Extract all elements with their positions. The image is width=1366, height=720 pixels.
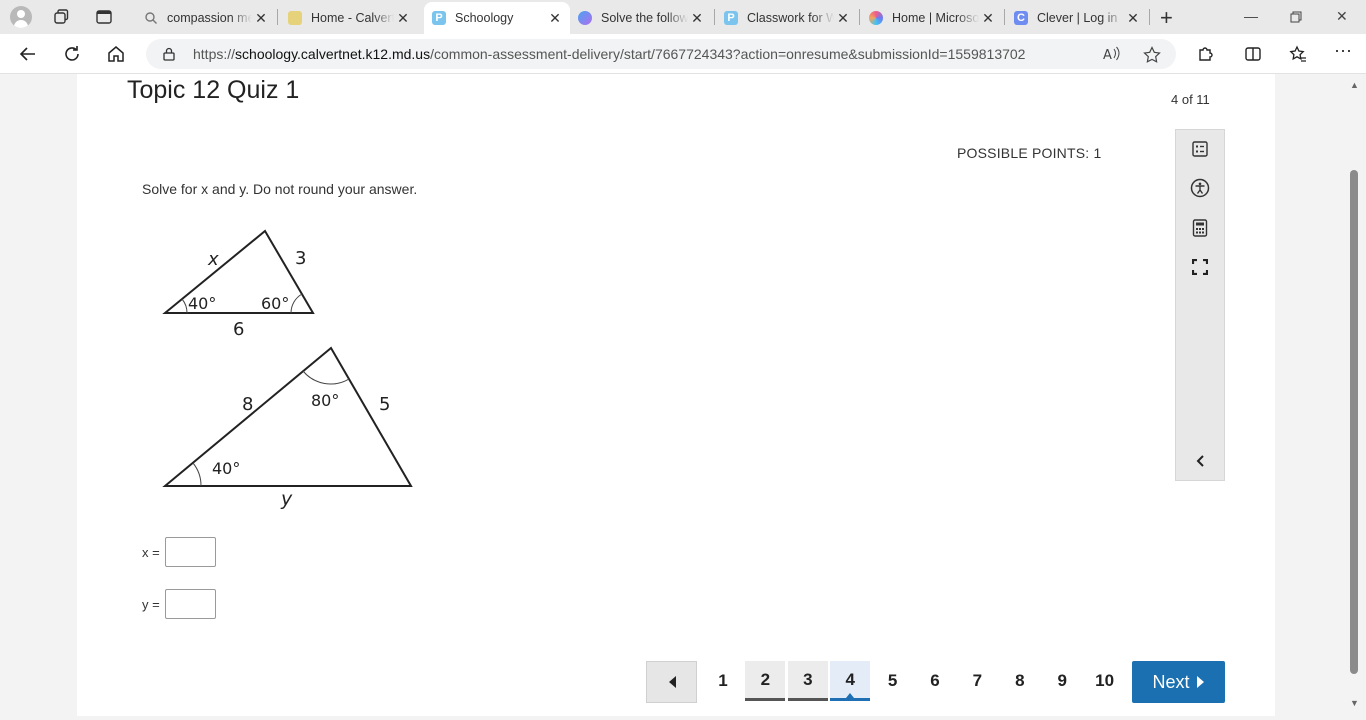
refresh-icon[interactable] bbox=[62, 44, 82, 64]
y-answer-label: y = bbox=[142, 597, 160, 612]
tab-title: Home - Calvert County bbox=[311, 11, 394, 25]
fullscreen-icon[interactable] bbox=[1188, 255, 1212, 279]
page-number-6[interactable]: 6 bbox=[915, 661, 955, 701]
question-progress: 4 of 11 bbox=[1171, 92, 1210, 107]
page-number-2[interactable]: 2 bbox=[745, 661, 786, 701]
large-angle-left-label: 40° bbox=[212, 459, 240, 478]
tab-clever[interactable]: C Clever | Log in ✕ bbox=[1006, 4, 1148, 32]
page-number-1[interactable]: 1 bbox=[703, 661, 743, 701]
page-number-5[interactable]: 5 bbox=[873, 661, 913, 701]
large-base-label: y bbox=[280, 488, 293, 510]
close-icon[interactable]: ✕ bbox=[688, 10, 706, 27]
clever-icon: C bbox=[1014, 11, 1028, 25]
small-side-left-label: x bbox=[207, 249, 219, 270]
browser-toolbar: https://schoology.calvertnet.k12.md.us/c… bbox=[0, 34, 1366, 74]
window-close-icon[interactable]: ✕ bbox=[1336, 8, 1348, 25]
y-answer-input[interactable] bbox=[165, 589, 216, 619]
more-options-icon[interactable]: ··· bbox=[1334, 40, 1352, 61]
small-side-right-label: 3 bbox=[295, 248, 306, 269]
split-screen-icon[interactable] bbox=[1244, 45, 1262, 63]
question-list-icon[interactable] bbox=[1188, 137, 1212, 161]
small-base-label: 6 bbox=[233, 319, 244, 340]
close-icon[interactable]: ✕ bbox=[979, 10, 997, 27]
tab-copilot[interactable]: Solve the following ✕ bbox=[570, 4, 712, 32]
profile-avatar-icon[interactable] bbox=[10, 6, 32, 28]
restore-icon[interactable] bbox=[1290, 11, 1302, 23]
tab-title: compassion meaning bbox=[167, 11, 252, 25]
calvert-icon bbox=[288, 11, 302, 25]
tab-title: Clever | Log in bbox=[1037, 11, 1118, 25]
quiz-title: Topic 12 Quiz 1 bbox=[127, 76, 300, 104]
url-text: https://schoology.calvertnet.k12.md.us/c… bbox=[193, 46, 1026, 62]
x-answer-input[interactable] bbox=[165, 537, 216, 567]
tab-title: Solve the following bbox=[601, 11, 688, 25]
tab-title: Schoology bbox=[455, 11, 514, 25]
close-icon[interactable]: ✕ bbox=[1124, 10, 1142, 27]
favorite-star-icon[interactable] bbox=[1143, 46, 1161, 64]
page-number-7[interactable]: 7 bbox=[957, 661, 997, 701]
minimize-icon[interactable]: — bbox=[1244, 8, 1258, 24]
small-angle-right-label: 60° bbox=[261, 294, 289, 313]
page-number-10[interactable]: 10 bbox=[1085, 661, 1125, 701]
search-icon bbox=[145, 12, 157, 24]
x-answer-label: x = bbox=[142, 545, 160, 560]
scroll-down-icon[interactable]: ▼ bbox=[1350, 698, 1359, 708]
browser-tab-strip: compassion meaning ✕ Home - Calvert Coun… bbox=[0, 0, 1366, 34]
close-icon[interactable]: ✕ bbox=[252, 10, 270, 27]
previous-question-button[interactable] bbox=[646, 661, 697, 703]
tab-schoology[interactable]: P Schoology ✕ bbox=[424, 2, 570, 34]
tab-classwork[interactable]: P Classwork for World ✕ bbox=[716, 4, 858, 32]
tab-compassion[interactable]: compassion meaning ✕ bbox=[136, 4, 276, 32]
possible-points: POSSIBLE POINTS: 1 bbox=[957, 145, 1102, 161]
close-icon[interactable]: ✕ bbox=[834, 10, 852, 27]
small-triangle: x 3 6 40° 60° bbox=[162, 229, 315, 340]
tools-panel bbox=[1175, 129, 1225, 481]
extensions-icon[interactable] bbox=[1196, 45, 1214, 63]
page-number-9[interactable]: 9 bbox=[1042, 661, 1082, 701]
favorites-icon[interactable] bbox=[1289, 45, 1307, 63]
close-icon[interactable]: ✕ bbox=[394, 10, 412, 27]
workspaces-icon[interactable] bbox=[52, 8, 70, 26]
scroll-up-icon[interactable]: ▲ bbox=[1350, 80, 1359, 90]
close-icon[interactable]: ✕ bbox=[546, 10, 564, 27]
scrollbar-thumb[interactable] bbox=[1350, 170, 1358, 674]
schoology-icon: P bbox=[432, 11, 446, 25]
caret-left-icon bbox=[668, 676, 676, 688]
caret-right-icon bbox=[1196, 676, 1204, 688]
vertical-tabs-icon[interactable] bbox=[95, 8, 113, 26]
large-angle-top-label: 80° bbox=[311, 391, 339, 410]
microsoft365-icon bbox=[869, 11, 883, 25]
read-aloud-icon[interactable]: A bbox=[1103, 46, 1121, 62]
collapse-panel-chevron-icon[interactable] bbox=[1188, 449, 1212, 473]
question-text: Solve for x and y. Do not round your ans… bbox=[142, 181, 418, 197]
copilot-icon bbox=[578, 11, 592, 25]
new-tab-plus-icon[interactable]: + bbox=[1160, 5, 1173, 31]
calculator-icon[interactable] bbox=[1188, 216, 1212, 240]
accessibility-icon[interactable] bbox=[1188, 176, 1212, 200]
tab-title: Home | Microsoft 365 bbox=[892, 11, 979, 25]
large-side-right-label: 5 bbox=[379, 394, 390, 415]
triangles-figure: x 3 6 40° 60° 8 5 y 40° 80° bbox=[162, 229, 413, 510]
next-button[interactable]: Next bbox=[1132, 661, 1225, 703]
svg-text:A: A bbox=[1103, 48, 1112, 62]
large-triangle: 8 5 y 40° 80° bbox=[162, 346, 413, 510]
page-number-8[interactable]: 8 bbox=[1000, 661, 1040, 701]
address-bar[interactable]: https://schoology.calvertnet.k12.md.us/c… bbox=[146, 39, 1176, 69]
schoology-icon: P bbox=[724, 11, 738, 25]
back-arrow-icon[interactable] bbox=[18, 44, 38, 64]
tab-calvert-home[interactable]: Home - Calvert County ✕ bbox=[280, 4, 418, 32]
next-button-label: Next bbox=[1152, 671, 1190, 692]
lock-icon[interactable] bbox=[162, 47, 176, 61]
home-icon[interactable] bbox=[106, 44, 126, 64]
page-number-3[interactable]: 3 bbox=[787, 661, 828, 701]
large-side-left-label: 8 bbox=[242, 394, 253, 415]
page-scrollbar[interactable]: ▲ ▼ bbox=[1348, 74, 1366, 720]
tab-title: Classwork for World bbox=[747, 11, 834, 25]
small-angle-left-label: 40° bbox=[188, 294, 216, 313]
tab-microsoft365[interactable]: Home | Microsoft 365 ✕ bbox=[861, 4, 1003, 32]
page-number-4[interactable]: 4 bbox=[830, 661, 871, 701]
